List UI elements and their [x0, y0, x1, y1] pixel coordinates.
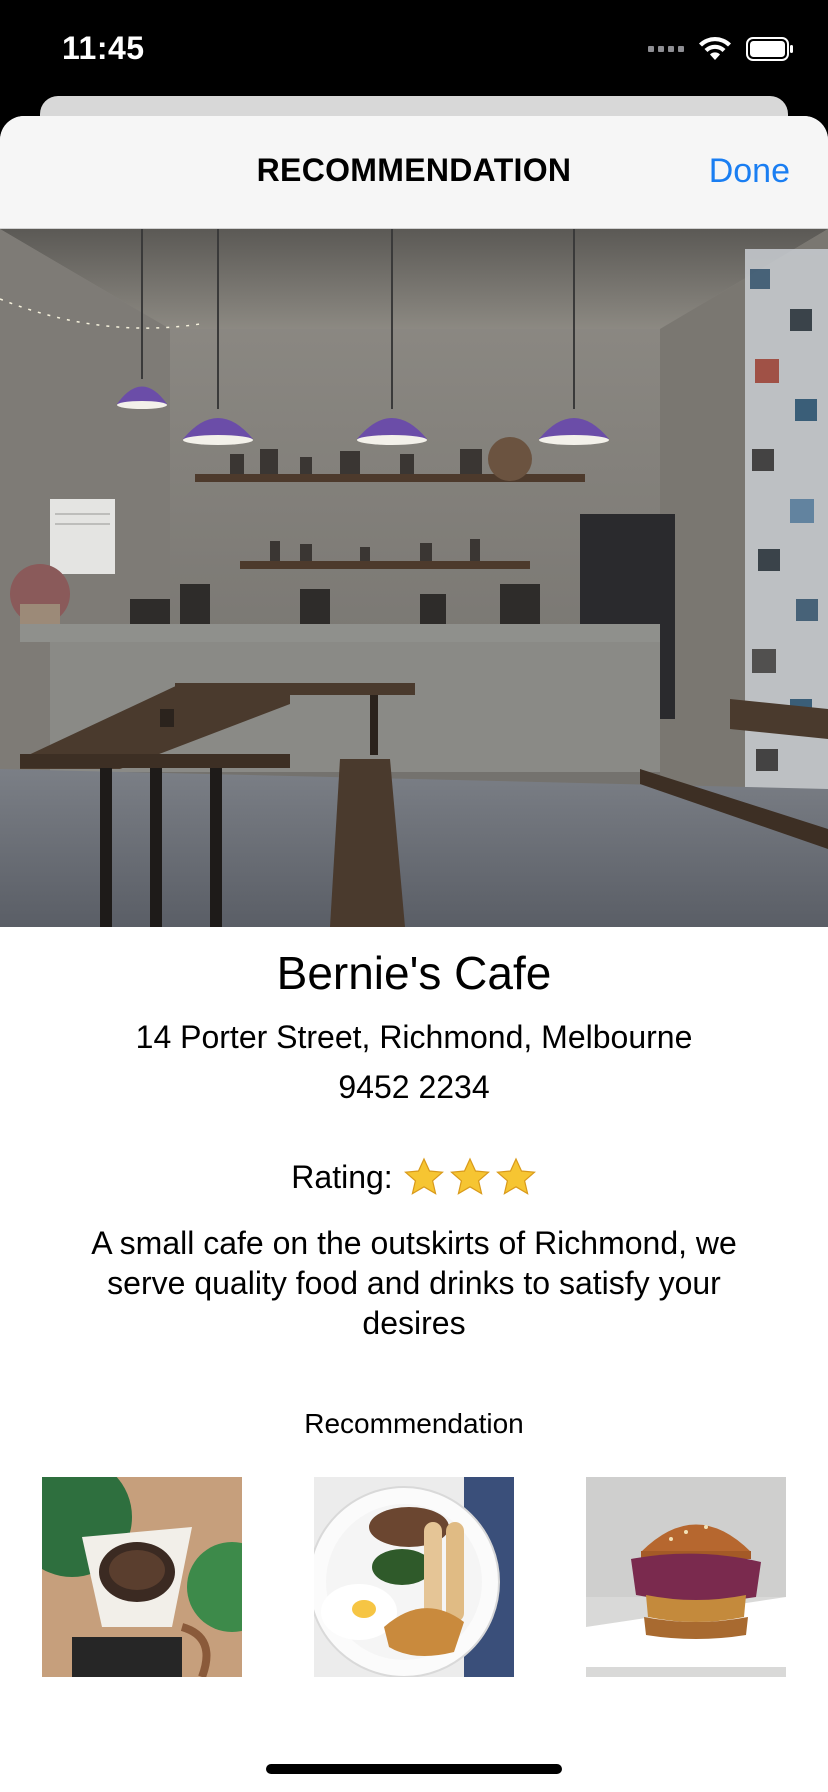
status-bar: 11:45	[0, 0, 828, 100]
battery-icon	[746, 37, 794, 61]
recommendation-list	[0, 1477, 828, 1677]
recommendation-sheet: RECOMMENDATION Done Bernie's Cafe 14 Por…	[0, 116, 828, 1792]
cafe-address: 14 Porter Street, Richmond, Melbourne	[135, 1019, 693, 1055]
breakfast-plate-photo[interactable]	[314, 1477, 514, 1677]
coffee-dripper-photo[interactable]	[42, 1477, 242, 1677]
done-button[interactable]: Done	[709, 152, 790, 191]
cafe-hero-image	[0, 229, 828, 927]
status-time: 11:45	[62, 30, 145, 66]
rating-label: Rating:	[291, 1159, 393, 1195]
page-title: RECOMMENDATION	[256, 152, 572, 188]
status-icons	[648, 36, 794, 62]
wifi-icon	[698, 36, 732, 62]
home-indicator[interactable]	[266, 1764, 562, 1774]
cafe-info: Bernie's Cafe 14 Porter Street, Richmond…	[0, 945, 828, 1441]
star-icon	[403, 1157, 445, 1197]
star-icon	[495, 1157, 537, 1197]
cellular-signal-icon	[648, 46, 684, 52]
star-icon	[449, 1157, 491, 1197]
navigation-bar: RECOMMENDATION Done	[0, 116, 828, 229]
rating-row: Rating:	[0, 1155, 828, 1199]
recommendation-heading: Recommendation	[304, 1408, 524, 1439]
cafe-description: A small cafe on the outskirts of Richmon…	[91, 1225, 737, 1341]
rating-stars	[403, 1157, 537, 1197]
cafe-phone: 9452 2234	[338, 1069, 490, 1105]
cafe-name: Bernie's Cafe	[276, 947, 552, 999]
burger-photo[interactable]	[586, 1477, 786, 1677]
